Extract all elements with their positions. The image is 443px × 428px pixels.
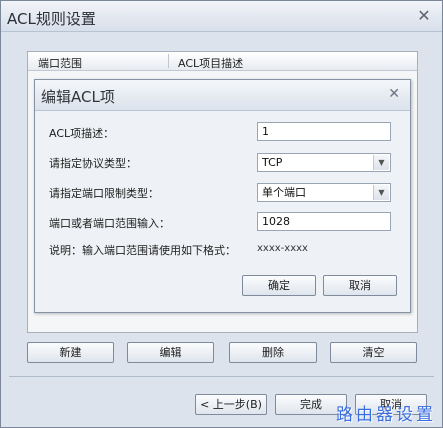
edit-button[interactable]: 编辑 bbox=[127, 342, 214, 363]
column-separator bbox=[168, 54, 169, 68]
column-port-range[interactable]: 端口范围 bbox=[38, 55, 82, 71]
acl-description-input[interactable]: 1 bbox=[257, 122, 391, 141]
dialog-ok-button[interactable]: 确定 bbox=[242, 275, 316, 296]
window-close-icon[interactable]: ✕ bbox=[414, 6, 434, 26]
port-limit-type-select[interactable]: 单个端口 ▼ bbox=[257, 183, 391, 202]
dialog-close-icon[interactable]: ✕ bbox=[388, 86, 400, 102]
acl-table-header: 端口范围 ACL项目描述 bbox=[28, 52, 417, 71]
dialog-body: ACL项描述： 1 请指定协议类型： TCP ▼ 请指定端口限制类型： 单个端口… bbox=[35, 111, 410, 312]
format-hint-label: 说明：输入端口范围请使用如下格式： bbox=[49, 244, 236, 257]
format-hint-example: xxxx-xxxx bbox=[257, 243, 308, 254]
new-button[interactable]: 新建 bbox=[27, 342, 114, 363]
watermark-text: 路由器设置 bbox=[336, 405, 436, 425]
protocol-type-select[interactable]: TCP ▼ bbox=[257, 153, 391, 172]
dialog-titlebar: 编辑ACL项 ✕ bbox=[35, 80, 410, 111]
port-range-label: 端口或者端口范围输入： bbox=[49, 217, 170, 230]
column-acl-description[interactable]: ACL项目描述 bbox=[178, 55, 243, 71]
window-title: ACL规则设置 bbox=[7, 10, 96, 28]
port-limit-type-value: 单个端口 bbox=[262, 186, 306, 199]
acl-rule-settings-window: ACL规则设置 ✕ 端口范围 ACL项目描述 编辑ACL项 ✕ ACL项描述： … bbox=[0, 0, 443, 428]
window-titlebar: ACL规则设置 ✕ bbox=[1, 1, 442, 32]
acl-description-label: ACL项描述： bbox=[49, 127, 115, 140]
chevron-down-icon[interactable]: ▼ bbox=[373, 155, 389, 170]
port-range-input[interactable]: 1028 bbox=[257, 212, 391, 231]
delete-button[interactable]: 删除 bbox=[229, 342, 317, 363]
clear-button[interactable]: 清空 bbox=[330, 342, 417, 363]
chevron-down-icon[interactable]: ▼ bbox=[373, 185, 389, 200]
back-button[interactable]: < 上一步(B) bbox=[195, 394, 267, 415]
edit-acl-dialog: 编辑ACL项 ✕ ACL项描述： 1 请指定协议类型： TCP ▼ 请指定端口限… bbox=[34, 79, 411, 313]
footer-divider bbox=[9, 376, 434, 377]
port-limit-type-label: 请指定端口限制类型： bbox=[49, 187, 159, 200]
protocol-type-value: TCP bbox=[262, 156, 283, 169]
protocol-type-label: 请指定协议类型： bbox=[49, 157, 137, 170]
dialog-cancel-button[interactable]: 取消 bbox=[323, 275, 397, 296]
dialog-title: 编辑ACL项 bbox=[41, 88, 115, 106]
